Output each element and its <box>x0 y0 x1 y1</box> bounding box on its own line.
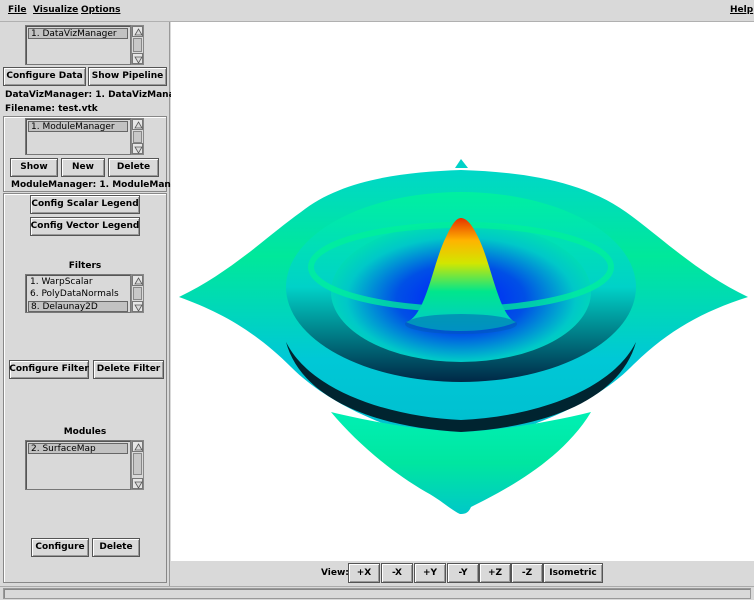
filter-item-selected[interactable]: 8. Delaunay2D <box>28 301 128 312</box>
view-plus-x-button[interactable]: +X <box>348 563 380 583</box>
datavizmanager-list[interactable]: 1. DataVizManager <box>25 25 131 65</box>
datavizmanager-list-item[interactable]: 1. DataVizManager <box>28 28 128 39</box>
datavizmanager-info: DataVizManager: 1. DataVizManager <box>5 90 192 100</box>
modules-scrollbar[interactable] <box>131 440 144 490</box>
datavizmanager-scrollbar[interactable] <box>131 25 144 65</box>
scroll-down-icon[interactable] <box>132 478 143 489</box>
scroll-thumb[interactable] <box>133 131 142 143</box>
configure-filter-button[interactable]: Configure Filter <box>9 360 89 379</box>
delete-filter-button[interactable]: Delete Filter <box>93 360 164 379</box>
view-minus-z-button[interactable]: -Z <box>511 563 543 583</box>
modules-list[interactable]: 2. SurfaceMap <box>25 440 131 490</box>
delete-module-button[interactable]: Delete <box>92 538 140 557</box>
view-label: View: <box>321 568 349 578</box>
scroll-thumb[interactable] <box>133 453 142 475</box>
modules-title: Modules <box>63 427 107 437</box>
scroll-down-icon[interactable] <box>132 143 143 154</box>
menu-visualize[interactable]: Visualize <box>33 5 78 15</box>
scroll-up-icon[interactable] <box>132 26 143 37</box>
modulemanager-list[interactable]: 1. ModuleManager <box>25 118 131 155</box>
modulemanager-scrollbar[interactable] <box>131 118 144 155</box>
render-window[interactable] <box>171 22 754 561</box>
surface-plot <box>179 159 748 514</box>
view-plus-y-button[interactable]: +Y <box>414 563 446 583</box>
config-scalar-legend-button[interactable]: Config Scalar Legend <box>30 195 140 214</box>
modulemanager-list-item[interactable]: 1. ModuleManager <box>28 121 128 132</box>
show-module-manager-button[interactable]: Show <box>10 158 58 177</box>
new-module-manager-button[interactable]: New <box>61 158 105 177</box>
filters-scrollbar[interactable] <box>131 274 144 313</box>
configure-module-button[interactable]: Configure <box>31 538 89 557</box>
scroll-up-icon[interactable] <box>132 275 143 286</box>
view-toolbar: View: +X -X +Y -Y +Z -Z Isometric <box>171 561 754 586</box>
view-isometric-button[interactable]: Isometric <box>543 563 603 583</box>
scroll-thumb[interactable] <box>133 38 142 52</box>
menu-help[interactable]: Help <box>730 5 753 15</box>
modulemanager-info: ModuleManager: 1. ModuleManager <box>11 180 194 190</box>
delete-module-manager-button[interactable]: Delete <box>108 158 159 177</box>
menu-bar: File Visualize Options Help <box>0 0 754 22</box>
configure-data-button[interactable]: Configure Data <box>3 67 86 86</box>
scroll-up-icon[interactable] <box>132 119 143 130</box>
filters-list[interactable]: 1. WarpScalar 6. PolyDataNormals 8. Dela… <box>25 274 131 313</box>
config-vector-legend-button[interactable]: Config Vector Legend <box>30 217 140 236</box>
view-plus-z-button[interactable]: +Z <box>479 563 511 583</box>
menu-file[interactable]: File <box>8 5 26 15</box>
status-field <box>3 588 751 599</box>
menu-options[interactable]: Options <box>81 5 120 15</box>
filter-item[interactable]: 6. PolyDataNormals <box>28 289 128 300</box>
filter-item[interactable]: 1. WarpScalar <box>28 277 128 288</box>
scroll-up-icon[interactable] <box>132 441 143 452</box>
view-minus-y-button[interactable]: -Y <box>447 563 479 583</box>
module-group <box>3 193 167 583</box>
scroll-thumb[interactable] <box>133 287 142 300</box>
filename-info: Filename: test.vtk <box>5 104 98 114</box>
show-pipeline-button[interactable]: Show Pipeline <box>88 67 167 86</box>
view-minus-x-button[interactable]: -X <box>381 563 413 583</box>
control-panel: 1. DataVizManager Configure Data Show Pi… <box>0 22 194 586</box>
module-item-selected[interactable]: 2. SurfaceMap <box>28 443 128 454</box>
filters-title: Filters <box>68 261 102 271</box>
scroll-down-icon[interactable] <box>132 301 143 312</box>
scroll-down-icon[interactable] <box>132 53 143 64</box>
status-bar <box>0 586 754 600</box>
